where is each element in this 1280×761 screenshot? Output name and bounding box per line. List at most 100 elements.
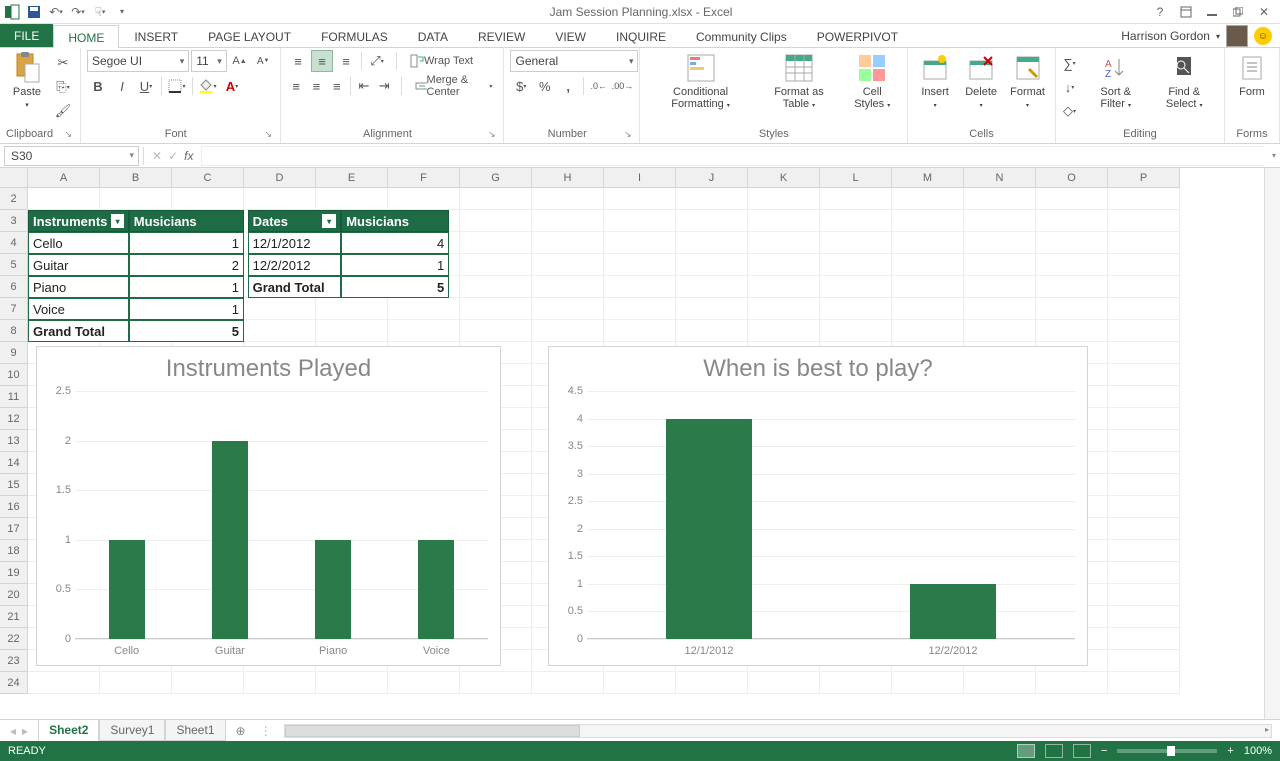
chart-dates[interactable]: When is best to play?00.511.522.533.544.…	[548, 346, 1088, 666]
alignment-dialog-launcher[interactable]: ↘	[488, 129, 498, 140]
sheet-tab[interactable]: Sheet1	[165, 720, 225, 741]
cell[interactable]: 12/2/2012	[248, 254, 342, 276]
font-name-combo[interactable]: Segoe UI▾	[87, 50, 189, 72]
row-header[interactable]: 3	[0, 210, 28, 232]
clipboard-dialog-launcher[interactable]: ↘	[64, 129, 74, 140]
row-header[interactable]: 14	[0, 452, 28, 474]
ribbon-tab-formulas[interactable]: FORMULAS	[306, 24, 403, 47]
filter-dropdown-icon[interactable]: ▾	[111, 214, 123, 228]
zoom-in-icon[interactable]: +	[1227, 745, 1233, 757]
tab-scroll-left-icon[interactable]: ◂	[10, 724, 16, 738]
ribbon-tab-view[interactable]: VIEW	[540, 24, 601, 47]
ribbon-tab-home[interactable]: HOME	[53, 25, 119, 48]
autosum-icon[interactable]: ∑ ▾	[1062, 52, 1077, 74]
cell[interactable]: Dates▾	[248, 210, 342, 232]
fill-color-button[interactable]: ▾	[197, 75, 219, 97]
column-header[interactable]: L	[820, 168, 892, 188]
cell[interactable]: 4	[341, 232, 449, 254]
conditional-formatting-button[interactable]: Conditional Formatting ▾	[646, 50, 754, 112]
cell[interactable]: Instruments▾	[28, 210, 129, 232]
column-header[interactable]: O	[1036, 168, 1108, 188]
ribbon-tab-review[interactable]: REVIEW	[463, 24, 540, 47]
row-header[interactable]: 19	[0, 562, 28, 584]
cell[interactable]: 5	[341, 276, 449, 298]
number-dialog-launcher[interactable]: ↘	[624, 129, 634, 140]
font-color-button[interactable]: A▾	[221, 75, 243, 97]
cell[interactable]: 1	[129, 232, 244, 254]
align-middle-icon[interactable]: ≡	[311, 50, 333, 72]
cell[interactable]: 1	[129, 298, 244, 320]
row-header[interactable]: 12	[0, 408, 28, 430]
format-cells-button[interactable]: Format▾	[1006, 50, 1049, 112]
formula-expand-icon[interactable]: ▾	[1272, 151, 1276, 160]
close-icon[interactable]: ✕	[1256, 4, 1272, 20]
align-top-icon[interactable]: ≡	[287, 50, 309, 72]
row-header[interactable]: 7	[0, 298, 28, 320]
align-bottom-icon[interactable]: ≡	[335, 50, 357, 72]
cancel-formula-icon[interactable]: ✕	[152, 149, 162, 163]
ribbon-tab-powerpivot[interactable]: POWERPIVOT	[802, 24, 913, 47]
row-header[interactable]: 10	[0, 364, 28, 386]
cell-styles-button[interactable]: Cell Styles ▾	[843, 50, 901, 112]
vertical-scrollbar[interactable]	[1264, 168, 1280, 719]
column-header[interactable]: N	[964, 168, 1036, 188]
cell[interactable]: 1	[341, 254, 449, 276]
touch-mode-icon[interactable]: ☟▾	[92, 4, 108, 20]
chart-bar[interactable]	[315, 540, 351, 639]
align-center-icon[interactable]: ≡	[307, 75, 325, 97]
format-painter-icon[interactable]: 🖌	[52, 100, 74, 122]
column-header[interactable]: B	[100, 168, 172, 188]
wrap-text-button[interactable]: Wrap Text	[405, 50, 478, 72]
name-box[interactable]: S30	[4, 146, 139, 166]
orientation-icon[interactable]: ⤢▾	[366, 50, 388, 72]
ribbon-tab-page-layout[interactable]: PAGE LAYOUT	[193, 24, 306, 47]
formula-input[interactable]	[201, 146, 1264, 166]
cell[interactable]: 5	[129, 320, 244, 342]
percent-format-icon[interactable]: %	[534, 75, 556, 97]
redo-icon[interactable]: ↷▾	[70, 4, 86, 20]
row-header[interactable]: 23	[0, 650, 28, 672]
row-header[interactable]: 20	[0, 584, 28, 606]
column-header[interactable]: M	[892, 168, 964, 188]
delete-cells-button[interactable]: Delete▾	[960, 50, 1002, 112]
save-icon[interactable]	[26, 4, 42, 20]
chart-bar[interactable]	[910, 584, 995, 639]
undo-icon[interactable]: ↶▾	[48, 4, 64, 20]
file-tab[interactable]: FILE	[0, 24, 53, 47]
zoom-slider[interactable]	[1117, 749, 1217, 753]
cell[interactable]: Cello	[28, 232, 129, 254]
ribbon-display-icon[interactable]	[1178, 4, 1194, 20]
row-header[interactable]: 11	[0, 386, 28, 408]
zoom-level[interactable]: 100%	[1244, 745, 1272, 757]
row-header[interactable]: 21	[0, 606, 28, 628]
bold-button[interactable]: B	[87, 75, 109, 97]
zoom-out-icon[interactable]: −	[1101, 745, 1107, 757]
ribbon-tab-insert[interactable]: INSERT	[119, 24, 193, 47]
help-icon[interactable]: ?	[1152, 4, 1168, 20]
cell[interactable]: Musicians	[129, 210, 244, 232]
column-header[interactable]: A	[28, 168, 100, 188]
number-format-combo[interactable]: General▾	[510, 50, 638, 72]
paste-button[interactable]: Paste▾	[6, 50, 48, 112]
cell[interactable]: 2	[129, 254, 244, 276]
restore-icon[interactable]	[1230, 4, 1246, 20]
increase-font-icon[interactable]: A▲	[229, 50, 251, 72]
cell[interactable]: Guitar	[28, 254, 129, 276]
row-header[interactable]: 24	[0, 672, 28, 694]
horizontal-scrollbar[interactable]: ◂ ▸	[284, 724, 1272, 738]
row-header[interactable]: 18	[0, 540, 28, 562]
tab-scroll-right-icon[interactable]: ▸	[22, 724, 28, 738]
chart-instruments[interactable]: Instruments Played00.511.522.5CelloGuita…	[36, 346, 501, 666]
cell[interactable]: 12/1/2012	[248, 232, 342, 254]
clear-icon[interactable]: ◇ ▾	[1062, 100, 1077, 122]
page-layout-view-icon[interactable]	[1045, 744, 1063, 758]
fx-icon[interactable]: fx	[184, 149, 193, 163]
comma-format-icon[interactable]: ,	[557, 75, 579, 97]
sheet-tab[interactable]: Survey1	[99, 720, 165, 741]
cut-icon[interactable]: ✂	[52, 52, 74, 74]
column-header[interactable]: J	[676, 168, 748, 188]
row-header[interactable]: 4	[0, 232, 28, 254]
font-size-combo[interactable]: 11▾	[191, 50, 227, 72]
row-header[interactable]: 9	[0, 342, 28, 364]
row-header[interactable]: 22	[0, 628, 28, 650]
